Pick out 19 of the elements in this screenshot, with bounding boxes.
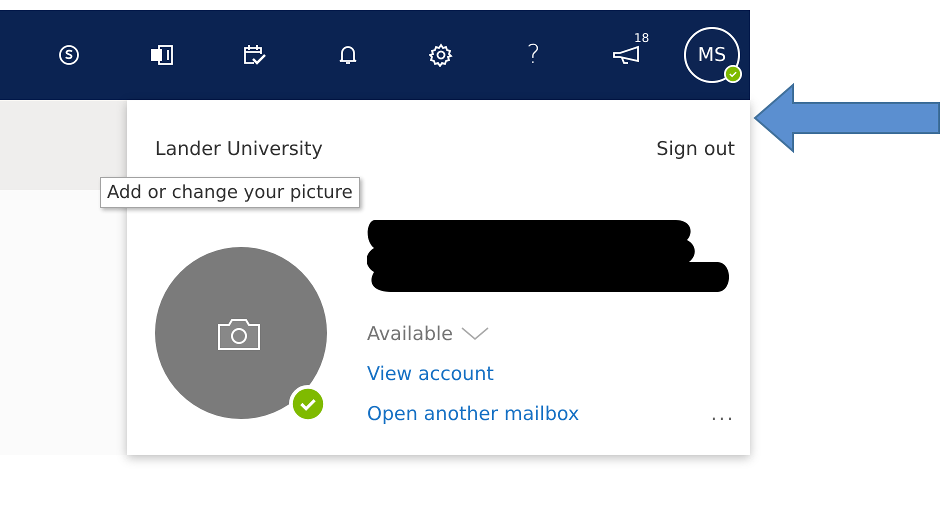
skype-icon[interactable]	[58, 44, 80, 66]
camera-icon	[217, 317, 261, 351]
chevron-down-icon	[461, 327, 490, 341]
sign-out-link[interactable]: Sign out	[656, 138, 735, 160]
account-link[interactable]: Open another mailbox	[367, 403, 580, 425]
account-link[interactable]: View account	[367, 363, 735, 385]
more-options-button[interactable]: ...	[710, 403, 735, 425]
status-dropdown[interactable]: Available	[367, 323, 735, 345]
megaphone-icon[interactable]	[612, 45, 642, 65]
avatar-initials: MS	[698, 44, 726, 66]
calendar-check-icon[interactable]	[242, 43, 268, 67]
notebook-icon[interactable]	[148, 44, 174, 66]
account-avatar[interactable]: MS	[684, 27, 740, 83]
bell-icon[interactable]	[338, 44, 358, 66]
settings-icon[interactable]	[428, 43, 452, 67]
tooltip: Add or change your picture	[100, 177, 360, 208]
help-icon[interactable]: ?	[526, 40, 540, 70]
notification-count: 18	[634, 31, 650, 45]
organization-name: Lander University	[155, 138, 323, 160]
